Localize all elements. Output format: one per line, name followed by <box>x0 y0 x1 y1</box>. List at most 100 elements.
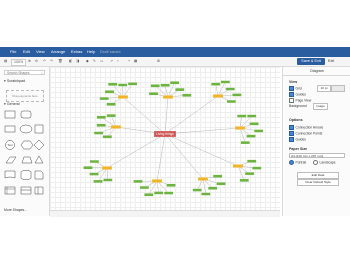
leaf-node[interactable] <box>240 141 250 145</box>
grid-color-swatch[interactable] <box>331 85 345 92</box>
delete-icon[interactable]: 🗑 <box>58 59 63 64</box>
topic-node[interactable] <box>101 166 113 170</box>
shape-rectangle[interactable] <box>4 110 16 119</box>
topic-node[interactable] <box>197 177 209 181</box>
topic-node[interactable] <box>232 164 244 168</box>
landscape-option[interactable]: Landscape <box>313 160 336 165</box>
grid-checkbox[interactable] <box>289 86 294 91</box>
leaf-node[interactable] <box>89 160 99 164</box>
zoom-select[interactable]: 100% <box>11 58 27 66</box>
grid-option[interactable]: Grid <box>289 86 302 91</box>
page-view-option[interactable]: Page View <box>289 98 311 103</box>
shape-note[interactable] <box>34 170 44 180</box>
insert-icon[interactable]: + <box>128 59 130 64</box>
shape-textbox[interactable] <box>4 125 16 133</box>
zoom-out-icon[interactable]: ⊖ <box>35 59 38 64</box>
leaf-node[interactable] <box>239 178 249 182</box>
leaf-node[interactable] <box>106 114 116 118</box>
landscape-radio[interactable] <box>313 160 318 165</box>
leaf-node[interactable] <box>139 186 150 190</box>
leaf-node[interactable] <box>211 82 221 86</box>
leaf-node[interactable] <box>127 82 138 86</box>
shape-rhombus[interactable] <box>33 139 45 151</box>
save-exit-button[interactable]: Save & Exit <box>297 58 325 65</box>
leaf-node[interactable] <box>208 186 218 190</box>
leaf-node[interactable] <box>166 183 176 187</box>
menu-arrange[interactable]: Arrange <box>51 49 65 55</box>
shape-hexagon[interactable] <box>20 140 34 150</box>
leaf-node[interactable] <box>103 178 113 182</box>
leaf-node[interactable] <box>226 100 236 104</box>
leaf-node[interactable] <box>252 166 262 170</box>
format-panel-toggle-icon[interactable]: ▤ <box>4 59 7 64</box>
leaf-node[interactable] <box>99 97 109 101</box>
exit-button[interactable]: Exit <box>328 58 334 65</box>
leaf-node[interactable] <box>102 135 112 139</box>
line-color-icon[interactable]: ✎ <box>93 59 96 64</box>
leaf-node[interactable] <box>96 115 106 119</box>
portrait-option[interactable]: Portrait <box>289 160 306 165</box>
connection-points-checkbox[interactable] <box>289 131 294 136</box>
fill-color-icon[interactable]: ◆ <box>86 59 89 64</box>
leaf-node[interactable] <box>106 102 116 106</box>
leaf-node[interactable] <box>232 93 242 97</box>
leaf-node[interactable] <box>104 90 115 94</box>
leaf-node[interactable] <box>89 172 99 176</box>
leaf-node[interactable] <box>144 193 154 197</box>
leaf-node[interactable] <box>175 88 185 92</box>
search-input[interactable]: Search Shapes ⌕ <box>4 70 45 75</box>
portrait-radio[interactable] <box>289 160 294 165</box>
leaf-node[interactable] <box>153 191 164 195</box>
connection-icon[interactable]: ↗ <box>110 59 113 64</box>
background-image-button[interactable]: Image <box>313 103 328 110</box>
shape-trapezoid[interactable] <box>21 156 33 164</box>
leaf-node[interactable] <box>96 123 106 127</box>
zoom-in-icon[interactable]: ⊕ <box>28 59 31 64</box>
topic-node[interactable] <box>234 126 246 130</box>
leaf-node[interactable] <box>247 159 257 163</box>
leaf-node[interactable] <box>249 122 259 126</box>
leaf-node[interactable] <box>150 84 160 88</box>
shape-document[interactable] <box>4 170 16 179</box>
topic-node[interactable] <box>162 95 174 99</box>
grid-size-input[interactable]: 10 pt <box>317 85 331 92</box>
scratchpad-header[interactable]: ▾ Scratchpad <box>4 79 25 83</box>
guides-option[interactable]: Guides <box>289 92 306 97</box>
menu-extras[interactable]: Extras <box>71 49 82 55</box>
leaf-node[interactable] <box>201 192 211 196</box>
diagram-canvas[interactable]: Living things <box>50 67 280 216</box>
insert-menu-icon[interactable]: ⊞ <box>157 59 160 64</box>
page-view-checkbox[interactable] <box>289 98 294 103</box>
redo-icon[interactable]: ↷ <box>50 59 53 64</box>
paper-size-select[interactable]: A4 (210 mm x 297 mm) <box>289 153 345 158</box>
scratchpad-drop-area[interactable]: Drag elements here <box>6 90 44 102</box>
shape-parallelogram[interactable] <box>5 156 17 164</box>
connection-points-option[interactable]: Connection Points <box>289 131 322 136</box>
shape-square[interactable] <box>34 124 44 134</box>
more-shapes-button[interactable]: More Shapes... <box>4 208 27 212</box>
topic-node[interactable] <box>212 94 224 98</box>
guides-option-2[interactable]: Guides <box>289 137 306 142</box>
to-front-icon[interactable]: ◧ <box>69 59 72 64</box>
leaf-node[interactable] <box>237 114 247 118</box>
leaf-node[interactable] <box>163 191 174 195</box>
clear-default-style-button[interactable]: Clear Default Style <box>297 179 339 186</box>
leaf-node[interactable] <box>182 93 192 97</box>
topic-node[interactable] <box>151 179 163 183</box>
shape-internal-storage[interactable] <box>4 186 16 195</box>
to-back-icon[interactable]: ◨ <box>76 59 79 64</box>
leaf-node[interactable] <box>83 166 93 170</box>
leaf-node[interactable] <box>93 131 104 135</box>
general-header[interactable]: ▾ General <box>4 102 20 106</box>
menu-help[interactable]: Help <box>87 49 95 55</box>
leaf-node[interactable] <box>244 172 255 176</box>
connection-arrows-checkbox[interactable] <box>289 125 294 130</box>
shape-cylinder[interactable] <box>20 170 32 180</box>
menu-view[interactable]: View <box>36 49 45 55</box>
table-icon[interactable]: ▦ <box>134 59 137 64</box>
leaf-node[interactable] <box>118 83 128 87</box>
tab-diagram[interactable]: Diagram <box>283 67 350 76</box>
topic-node[interactable] <box>110 125 122 129</box>
leaf-node[interactable] <box>247 114 257 118</box>
shape-swimlane[interactable] <box>34 186 44 195</box>
